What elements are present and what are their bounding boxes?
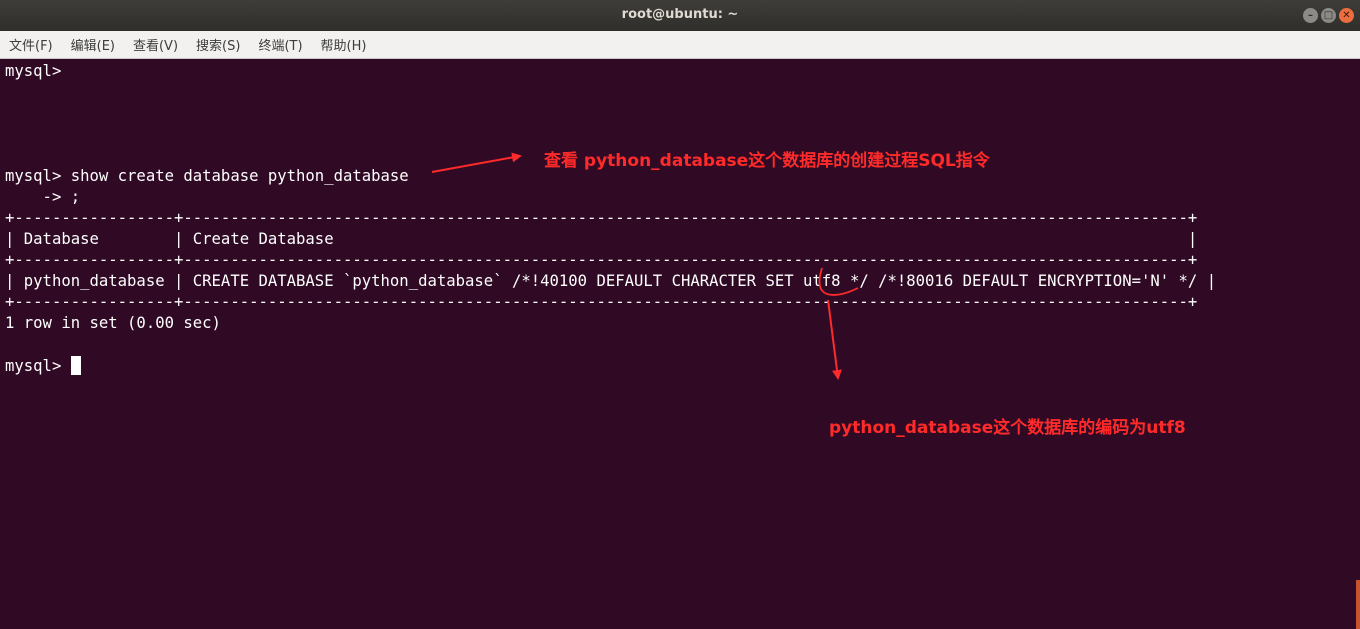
encoding-annotation: python_database这个数据库的编码为utf8 — [829, 418, 1186, 438]
text-cursor — [70, 356, 81, 375]
window-titlebar[interactable]: root@ubuntu: ~ – □ ✕ — [0, 0, 1360, 31]
command-annotation: 查看 python_database这个数据库的创建过程SQL指令 — [544, 151, 990, 171]
table-border: +-----------------+---------------------… — [5, 251, 1198, 269]
table-row: | python_database | CREATE DATABASE `pyt… — [5, 272, 1217, 290]
menu-view[interactable]: 查看(V) — [130, 33, 181, 56]
menu-edit[interactable]: 编辑(E) — [68, 33, 118, 56]
menu-search[interactable]: 搜索(S) — [193, 33, 243, 56]
window-title: root@ubuntu: ~ — [621, 7, 739, 22]
terminal-area[interactable] — [0, 59, 1360, 629]
scroll-indicator[interactable] — [1356, 580, 1360, 629]
menu-terminal[interactable]: 终端(T) — [255, 33, 305, 56]
result-summary: 1 row in set (0.00 sec) — [5, 314, 221, 332]
menu-help[interactable]: 帮助(H) — [318, 33, 370, 56]
terminal-line: mysql> — [5, 62, 62, 80]
prompt-text: mysql> — [5, 357, 71, 375]
terminal-prompt: mysql> — [5, 356, 81, 377]
terminal-line: -> ; — [5, 188, 81, 206]
terminal-line: mysql> show create database python_datab… — [5, 167, 409, 185]
menu-file[interactable]: 文件(F) — [6, 33, 56, 56]
close-button[interactable]: ✕ — [1339, 8, 1354, 23]
maximize-button[interactable]: □ — [1321, 8, 1336, 23]
menu-bar: 文件(F) 编辑(E) 查看(V) 搜索(S) 终端(T) 帮助(H) — [0, 31, 1360, 59]
table-border: +-----------------+---------------------… — [5, 293, 1198, 311]
minimize-button[interactable]: – — [1303, 8, 1318, 23]
table-border: +-----------------+---------------------… — [5, 209, 1198, 227]
table-header-row: | Database | Create Database | — [5, 230, 1198, 248]
window-controls: – □ ✕ — [1303, 8, 1354, 23]
